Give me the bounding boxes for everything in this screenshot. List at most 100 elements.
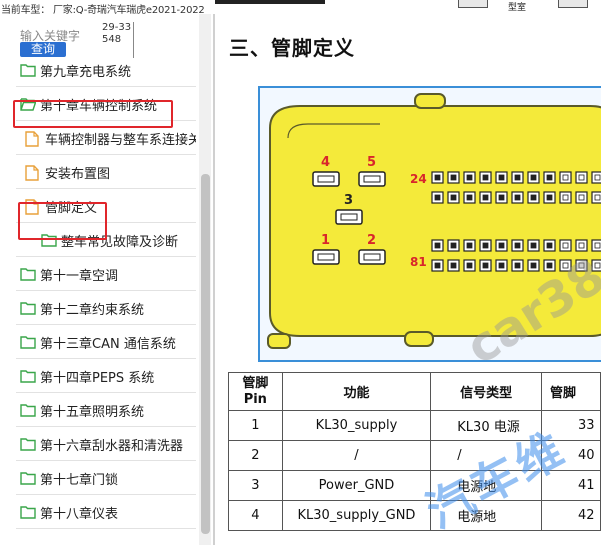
- cell-function: /: [281, 440, 432, 471]
- toolbar-label: 型室: [508, 3, 527, 13]
- signal-pin-contact: [562, 174, 569, 181]
- pin-label-5: 5: [367, 155, 376, 170]
- signal-pin-contact: [530, 194, 537, 201]
- sidebar-item-label: 第十一章空调: [40, 268, 119, 284]
- signal-pin-contact: [466, 174, 473, 181]
- search-button[interactable]: 查询: [20, 42, 66, 57]
- cell-pin: 4: [228, 500, 283, 531]
- pin-label-3: 3: [344, 193, 353, 208]
- sidebar-item-chapter-15[interactable]: 第十五章照明系统: [20, 396, 196, 424]
- search-value[interactable]: 29-33548: [102, 22, 134, 58]
- signal-pin-contact: [562, 242, 569, 249]
- tree-divider: [16, 392, 196, 393]
- sidebar-item-chapter-9[interactable]: 第九章充电系统: [20, 56, 196, 84]
- signal-pin-contact: [482, 262, 489, 269]
- folder-icon: [20, 403, 36, 417]
- signal-pin-contact: [514, 194, 521, 201]
- signal-pin-contact: [578, 262, 585, 269]
- sidebar-item-vehicle-controller-connection[interactable]: 车辆控制器与整车系连接关: [25, 124, 196, 152]
- main-content: 三、管脚定义 4 5 3 1 2 24 81 管脚 Pin 功能 信号类型 管脚…: [213, 14, 601, 545]
- signal-pin-contact: [578, 242, 585, 249]
- pin-table-header: 管脚 Pin 功能 信号类型 管脚: [228, 372, 601, 411]
- signal-pin-contact: [530, 262, 537, 269]
- signal-pin-contact: [562, 262, 569, 269]
- cell-signal-type: KL30 电源: [430, 410, 542, 441]
- folder-icon: [20, 471, 36, 485]
- signal-pin-contact: [434, 262, 441, 269]
- pin-label-1: 1: [321, 233, 330, 248]
- signal-pin-contact: [434, 242, 441, 249]
- header-pin: 管脚 Pin: [228, 372, 283, 411]
- toolbar-button-left[interactable]: [458, 0, 488, 8]
- signal-pin-contact: [514, 242, 521, 249]
- sidebar-item-chapter-17[interactable]: 第十七章门锁: [20, 464, 196, 492]
- folder-icon: [20, 301, 36, 315]
- document-icon: [25, 131, 41, 147]
- sidebar: 输入关键字 29-33548 查询 第九章充电系统 第十章车辆控制系统 车辆控制器与…: [0, 14, 211, 545]
- sidebar-item-chapter-12[interactable]: 第十二章约束系统: [20, 294, 196, 322]
- sidebar-item-label: 车辆控制器与整车系连接关: [45, 132, 196, 148]
- tree-divider: [16, 86, 196, 87]
- signal-pin-contact: [514, 262, 521, 269]
- signal-pin-contact: [594, 242, 601, 249]
- sidebar-item-label: 第九章充电系统: [40, 64, 132, 80]
- sidebar-item-label: 第十四章PEPS 系统: [40, 370, 155, 386]
- signal-pin-contact: [546, 174, 553, 181]
- tree-divider: [16, 460, 196, 461]
- sidebar-item-chapter-18[interactable]: 第十八章仪表: [20, 498, 196, 526]
- signal-pin-contact: [594, 174, 601, 181]
- sidebar-item-chapter-13[interactable]: 第十三章CAN 通信系统: [20, 328, 196, 356]
- cell-signal-type: 电源地: [430, 500, 542, 531]
- sidebar-item-chapter-14[interactable]: 第十四章PEPS 系统: [20, 362, 196, 390]
- pin-label-2: 2: [367, 233, 376, 248]
- signal-pin-contact: [546, 194, 553, 201]
- folder-icon: [20, 335, 36, 349]
- pin-table: 管脚 Pin 功能 信号类型 管脚 1 KL30_supply KL30 电源 33 2…: [228, 372, 601, 531]
- signal-pin-contact: [498, 174, 505, 181]
- signal-pin-contact: [562, 194, 569, 201]
- tree-divider: [16, 358, 196, 359]
- folder-icon: [20, 63, 36, 77]
- signal-pin-contact: [594, 262, 601, 269]
- signal-pin-contact: [546, 262, 553, 269]
- cell-signal-type: 电源地: [430, 470, 542, 501]
- cell-function: Power_GND: [281, 470, 432, 501]
- highlight-pin-definition: [18, 202, 107, 240]
- toolbar-button-right[interactable]: [558, 0, 588, 8]
- connector-foot-left: [267, 333, 291, 349]
- sidebar-item-label: 第十七章门锁: [40, 472, 119, 488]
- connector-diagram-svg: 4 5 3 1 2 24 81: [267, 93, 601, 349]
- header-signal-type: 信号类型: [430, 372, 542, 411]
- signal-pin-contact: [450, 242, 457, 249]
- sidebar-item-label: 第十六章刮水器和清洗器: [40, 438, 184, 454]
- sidebar-item-installation-layout[interactable]: 安装布置图: [25, 158, 196, 186]
- sidebar-item-chapter-16[interactable]: 第十六章刮水器和清洗器: [20, 430, 196, 458]
- sidebar-item-label: 第十二章约束系统: [40, 302, 145, 318]
- cell-pin-2: 33: [540, 410, 601, 441]
- pin-label-81: 81: [410, 255, 427, 269]
- connector-latch-bottom: [404, 331, 434, 347]
- cell-pin: 2: [228, 440, 283, 471]
- signal-pin-contact: [546, 242, 553, 249]
- top-bar: 当前车型： 厂家:Q-奇瑞汽车瑞虎e2021-2022 型室: [0, 0, 601, 16]
- sidebar-item-chapter-11[interactable]: 第十一章空调: [20, 260, 196, 288]
- tree-divider: [16, 528, 196, 529]
- signal-pin-contact: [578, 174, 585, 181]
- tree-divider: [16, 494, 196, 495]
- cell-function: KL30_supply: [281, 410, 432, 441]
- signal-pin-contact: [434, 194, 441, 201]
- table-row: 1 KL30_supply KL30 电源 33: [228, 410, 601, 441]
- sidebar-scroll-thumb[interactable]: [201, 174, 210, 534]
- table-row: 3 Power_GND 电源地 41: [228, 470, 601, 501]
- cell-pin-2: 42: [540, 500, 601, 531]
- signal-pin-contact: [482, 174, 489, 181]
- signal-pin-contact: [482, 194, 489, 201]
- cell-pin-2: 41: [540, 470, 601, 501]
- header-function: 功能: [281, 372, 432, 411]
- header-pin-2: 管脚: [540, 372, 601, 411]
- connector-diagram: 4 5 3 1 2 24 81: [258, 86, 601, 362]
- page-title: 三、管脚定义: [229, 36, 355, 60]
- folder-icon: [20, 437, 36, 451]
- toolbar-strip: [215, 0, 325, 4]
- pin-label-24: 24: [410, 172, 427, 186]
